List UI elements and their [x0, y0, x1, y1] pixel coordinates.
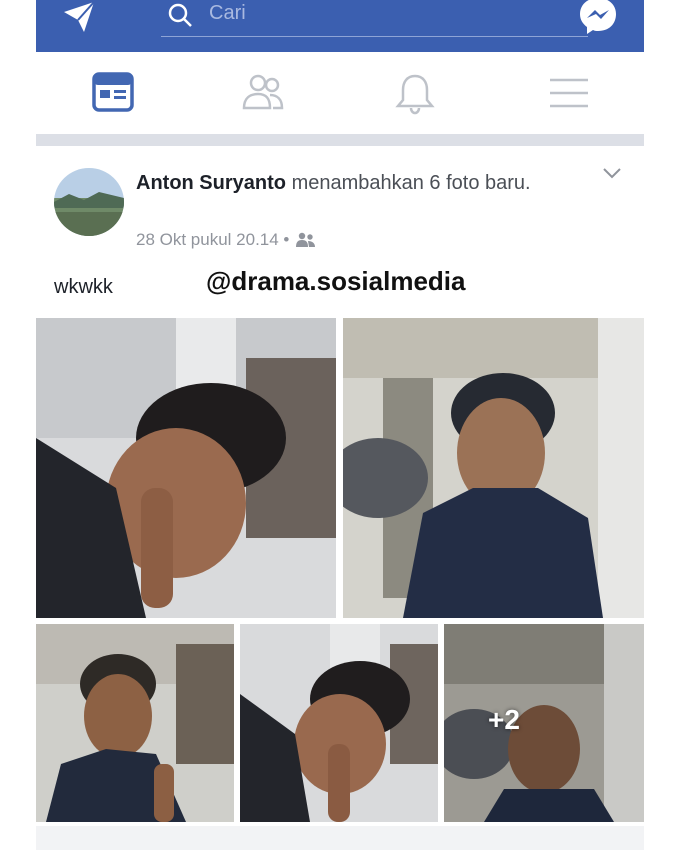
avatar[interactable] — [54, 168, 124, 236]
more-photos-count[interactable]: +2 — [488, 704, 520, 736]
tab-bar — [36, 52, 644, 134]
top-bar: Cari — [36, 0, 644, 52]
frame-left — [0, 0, 36, 850]
news-feed-icon[interactable] — [90, 70, 136, 116]
post-footer — [36, 826, 644, 850]
search-placeholder[interactable]: Cari — [209, 2, 246, 25]
chevron-down-icon[interactable] — [602, 166, 622, 180]
friends-icon[interactable] — [240, 70, 286, 116]
post-timestamp[interactable]: 28 Okt pukul 20.14 • — [136, 230, 289, 250]
frame-right — [644, 0, 680, 850]
post-photo-4[interactable] — [240, 624, 438, 822]
messenger-icon[interactable] — [576, 0, 620, 38]
post-header-text: Anton Suryanto menambahkan 6 foto baru. — [136, 168, 576, 198]
post-photo-1[interactable] — [36, 318, 336, 618]
search-bar[interactable]: Cari — [161, 0, 588, 37]
post-action-text: menambahkan 6 foto baru. — [291, 172, 531, 194]
search-icon — [168, 3, 192, 27]
friends-icon — [296, 232, 316, 247]
post-photo-3[interactable] — [36, 624, 234, 822]
post-photo-2[interactable] — [343, 318, 644, 618]
menu-icon[interactable] — [546, 70, 592, 116]
paper-plane-icon[interactable] — [58, 2, 98, 32]
post-caption: wkwkk — [54, 276, 113, 298]
author-name[interactable]: Anton Suryanto — [136, 172, 286, 194]
notifications-bell-icon[interactable] — [392, 70, 438, 116]
post-photo-5[interactable] — [444, 624, 644, 822]
watermark: @drama.sosialmedia — [206, 266, 466, 296]
post-meta: 28 Okt pukul 20.14 • — [136, 230, 317, 250]
feed-separator — [36, 134, 644, 146]
